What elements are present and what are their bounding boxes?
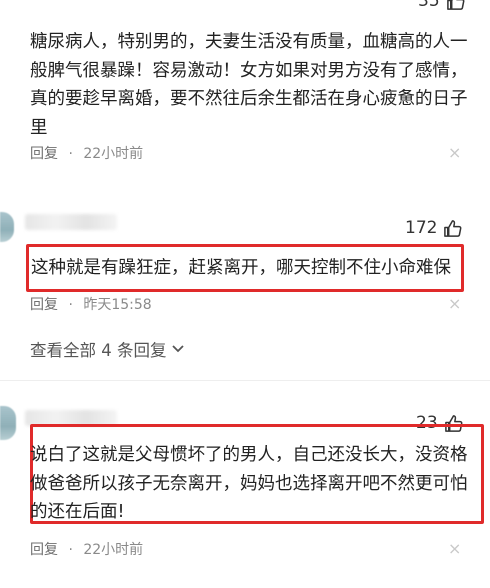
like-count-comment-2[interactable]: 172 bbox=[405, 218, 462, 238]
close-icon[interactable]: × bbox=[448, 294, 461, 313]
avatar[interactable] bbox=[0, 406, 16, 440]
like-count-comment-1[interactable]: 35 bbox=[418, 0, 465, 11]
comment-time: 22小时前 bbox=[83, 146, 144, 162]
comment-time: 22小时前 bbox=[83, 542, 144, 558]
view-replies-label: 查看全部 4 条回复 bbox=[30, 341, 167, 360]
comment-3-meta: 回复 · 22小时前 bbox=[30, 539, 143, 559]
thumbs-up-icon[interactable] bbox=[443, 219, 462, 238]
comment-1-line-1: 糖尿病人，特别男的，夫妻生活没有质量，血糖高的人一 bbox=[30, 32, 468, 52]
comment-3-line-2: 做爸爸所以孩子无奈离开，妈妈也选择离开吧不然更可怕 bbox=[30, 473, 468, 494]
meta-separator: · bbox=[68, 297, 73, 313]
reply-button[interactable]: 回复 bbox=[30, 146, 58, 162]
comment-1-text: 糖尿病人，特别男的，夫妻生活没有质量，血糖高的人一 般脾气很暴躁！容易激动！女方… bbox=[30, 28, 468, 142]
comment-2-meta: 回复 · 昨天15:58 bbox=[30, 294, 152, 314]
comment-3-line-1: 说白了这就是父母惯坏了的男人，自己还没长大，没资格 bbox=[30, 445, 468, 465]
chevron-down-icon bbox=[171, 345, 184, 353]
comment-1-meta: 回复 · 22小时前 bbox=[30, 143, 143, 163]
thumbs-up-icon[interactable] bbox=[446, 0, 465, 11]
comment-2-text: 这种就是有躁狂症，赶紧离开，哪天控制不住小命难保 bbox=[31, 254, 451, 283]
view-all-replies-link[interactable]: 查看全部 4 条回复 bbox=[30, 337, 185, 361]
comment-3-text: 说白了这就是父母惯坏了的男人，自己还没长大，没资格 做爸爸所以孩子无奈离开，妈妈… bbox=[30, 441, 468, 527]
close-icon[interactable]: × bbox=[448, 539, 461, 558]
meta-separator: · bbox=[68, 146, 73, 162]
comment-1-line-2: 般脾气很暴躁！容易激动！女方如果对男方没有了感情， bbox=[30, 60, 468, 81]
avatar[interactable] bbox=[0, 212, 14, 242]
username-blurred[interactable] bbox=[25, 214, 117, 230]
reply-button[interactable]: 回复 bbox=[30, 297, 58, 313]
reply-button[interactable]: 回复 bbox=[30, 542, 58, 558]
comment-1-line-3: 真的要趁早离婚，要不然往后余生都活在身心疲惫的日子 bbox=[30, 89, 468, 109]
close-icon[interactable]: × bbox=[448, 143, 461, 162]
comment-2-line-1: 这种就是有躁狂症，赶紧离开，哪天控制不住小命难保 bbox=[31, 258, 451, 278]
divider bbox=[0, 380, 490, 381]
like-count: 172 bbox=[405, 218, 438, 238]
comment-time: 昨天15:58 bbox=[83, 297, 152, 313]
meta-separator: · bbox=[68, 542, 73, 558]
like-count: 35 bbox=[418, 0, 440, 11]
comment-3-line-3: 的还在后面! bbox=[30, 502, 125, 522]
comment-1-line-4: 里 bbox=[30, 117, 48, 138]
